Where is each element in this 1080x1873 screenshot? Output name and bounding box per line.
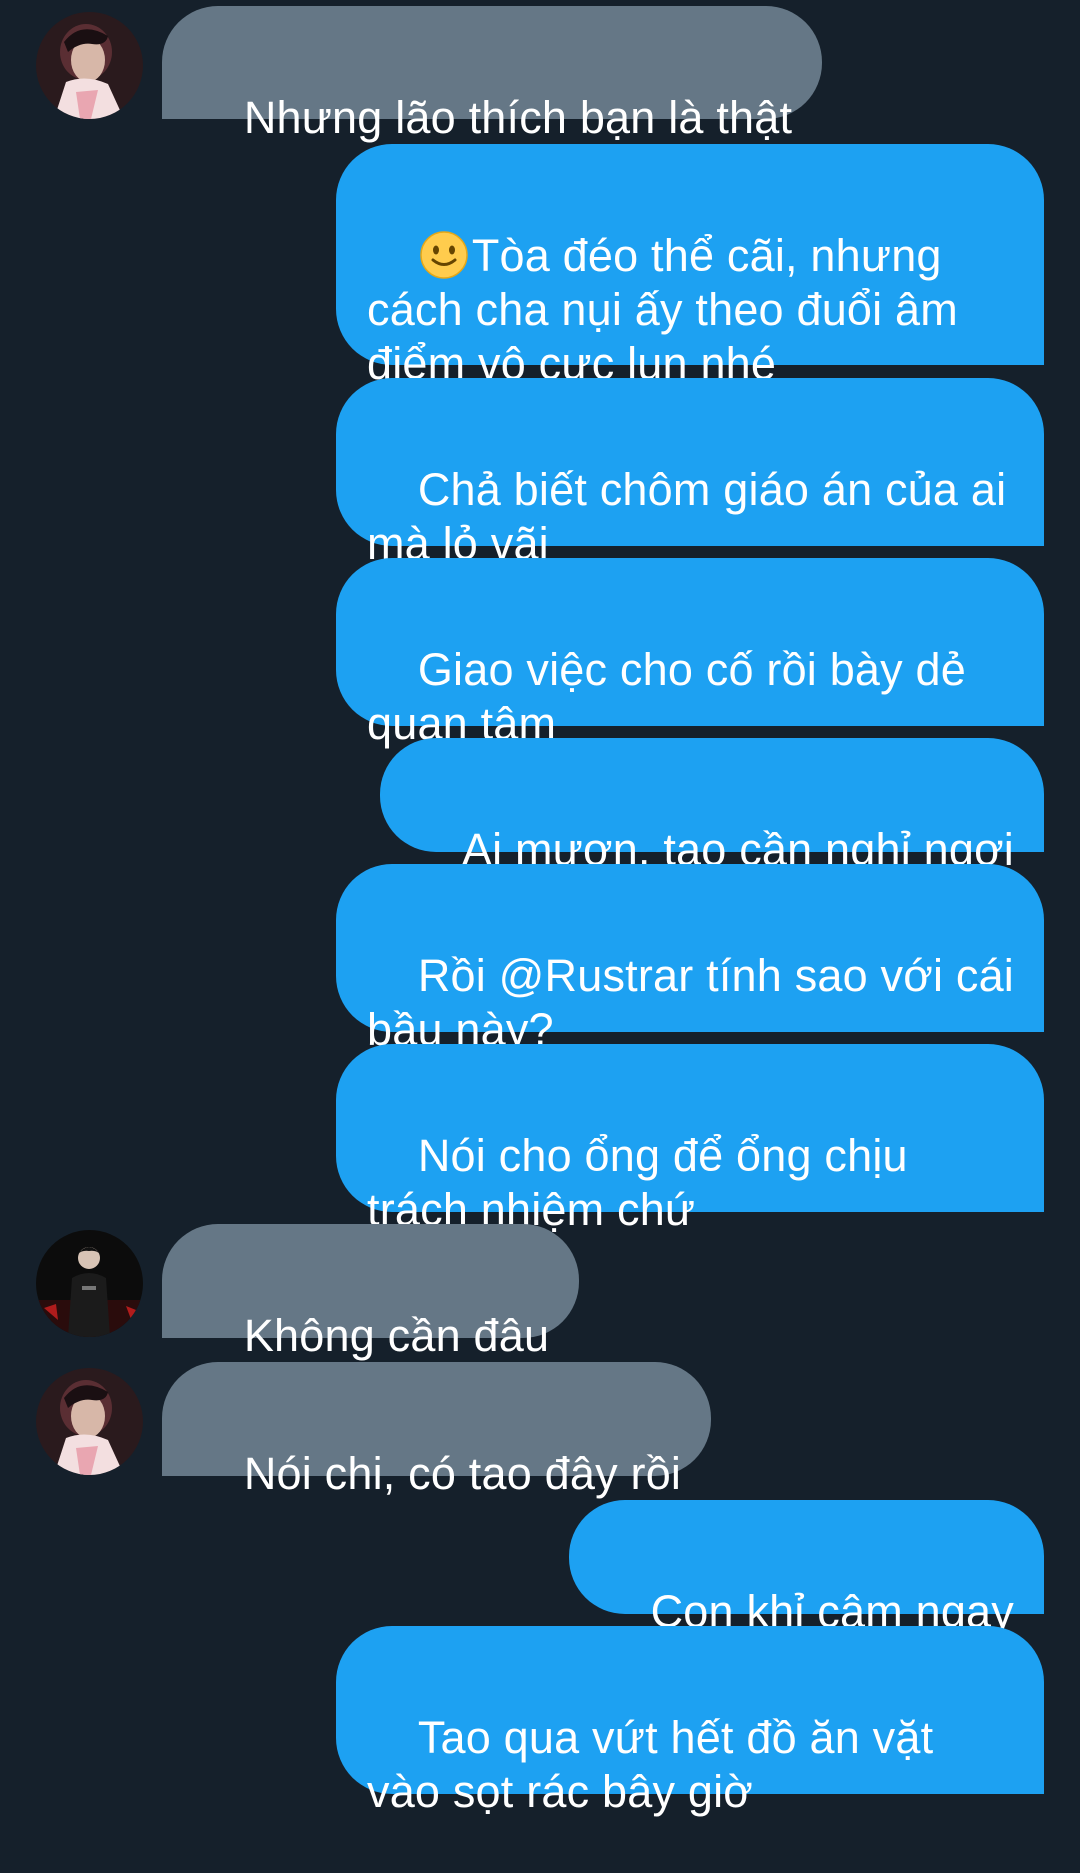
incoming-message-bubble[interactable]: Nhưng lão thích bạn là thật [162, 6, 823, 143]
avatar-photo-icon [36, 1230, 143, 1337]
message-text: Nói cho ổng để ổng chịu trách nhiệm chứ [367, 1130, 921, 1235]
message-text: Nhưng lão thích bạn là thật [243, 92, 793, 143]
incoming-message-bubble[interactable]: Nói chi, có tao đây rồi [162, 1362, 712, 1499]
outgoing-message-bubble[interactable]: Nói cho ổng để ổng chịu trách nhiệm chứ [336, 1044, 1044, 1235]
avatar-photo-icon [36, 12, 143, 119]
message-text: Tao qua vứt hết đồ ăn vặt vào sọt rác bâ… [367, 1712, 946, 1817]
avatar[interactable] [36, 1230, 143, 1337]
outgoing-message-bubble[interactable]: Giao việc cho cố rồi bày dẻ quan tâm [336, 558, 1044, 749]
message-text: Không cần đâu [243, 1310, 550, 1361]
outgoing-message-bubble[interactable]: Tao qua vứt hết đồ ăn vặt vào sọt rác bâ… [336, 1626, 1044, 1817]
slightly-smiling-face-icon [418, 229, 470, 281]
outgoing-message-bubble[interactable]: Ai mượn, tao cần nghỉ ngơi [380, 738, 1044, 875]
avatar[interactable] [36, 1368, 143, 1475]
avatar-photo-icon [36, 1368, 143, 1475]
message-text: Nói chi, có tao đây rồi [243, 1448, 682, 1499]
outgoing-message-bubble[interactable]: Rồi @Rustrar tính sao với cái bầu này? [336, 864, 1044, 1055]
message-text: Chả biết chôm giáo án của ai mà lỏ vãi [367, 464, 1019, 569]
message-text: Rồi @Rustrar tính sao với cái bầu này? [367, 950, 1027, 1055]
avatar[interactable] [36, 12, 143, 119]
outgoing-message-bubble[interactable]: Con khỉ câm ngay [568, 1500, 1044, 1637]
incoming-message-bubble[interactable]: Không cần đâu [162, 1224, 580, 1361]
message-thread: Nhưng lão thích bạn là thật Tòa đéo thể … [0, 0, 1080, 1817]
outgoing-message-bubble[interactable]: Tòa đéo thể cãi, nhưng cách cha nụi ấy t… [336, 144, 1044, 389]
message-text: Giao việc cho cố rồi bày dẻ quan tâm [367, 644, 979, 749]
outgoing-message-bubble[interactable]: Chả biết chôm giáo án của ai mà lỏ vãi [336, 378, 1044, 569]
